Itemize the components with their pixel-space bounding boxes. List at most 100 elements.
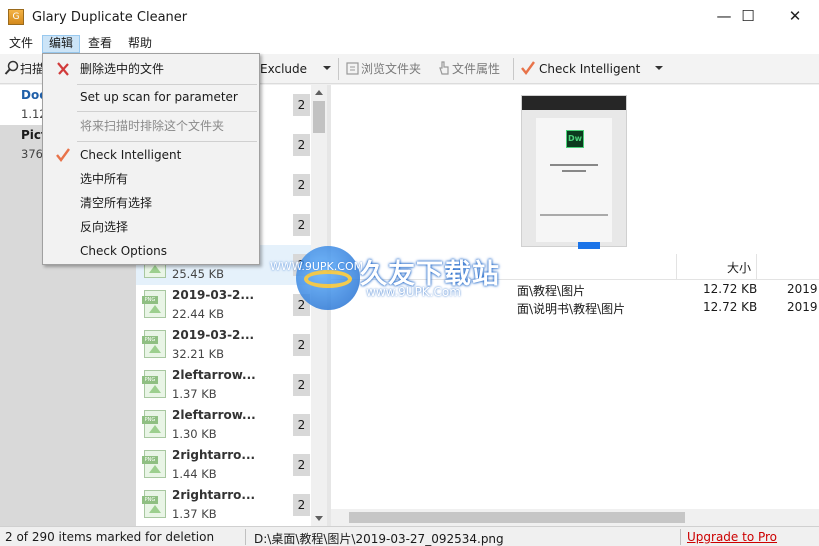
file-name: 2rightarro... <box>172 488 256 502</box>
menu-item-setup-scan[interactable]: Set up scan for parameter <box>45 85 257 109</box>
duplicate-details-table: 大小 面\教程\图片 12.72 KB 2019 面\说明书\教程\图片 12.… <box>331 254 819 526</box>
png-file-icon: PNG <box>142 490 166 518</box>
menu-help[interactable]: 帮助 <box>122 35 158 53</box>
menu-item-label: 选中所有 <box>80 172 129 186</box>
file-name: 2019-03-2... <box>172 288 255 302</box>
png-file-icon: PNG <box>142 370 166 398</box>
exclude-dropdown-caret-icon[interactable] <box>323 66 331 70</box>
marked-count-status: 2 of 290 items marked for deletion <box>5 530 215 544</box>
upgrade-link[interactable]: Upgrade to Pro <box>687 530 777 544</box>
list-item[interactable]: PNG 2019-03-2... 32.21 KB 2 <box>136 325 311 365</box>
list-item[interactable]: PNG 2rightarro... 1.44 KB 2 <box>136 445 311 485</box>
duplicate-count: 2 <box>293 494 310 516</box>
details-horizontal-scrollbar[interactable] <box>331 509 819 526</box>
row-path: 面\说明书\教程\图片 <box>517 302 626 316</box>
file-size: 1.30 KB <box>172 427 217 441</box>
current-file-path: D:\桌面\教程\图片\2019-03-27_092534.png <box>254 532 504 546</box>
hand-pointer-icon <box>439 61 449 75</box>
toolbar-separator <box>338 58 339 80</box>
list-item[interactable]: PNG 2leftarrow... 1.30 KB 2 <box>136 405 311 445</box>
duplicate-count: 2 <box>293 214 310 236</box>
column-header-size[interactable]: 大小 <box>677 254 757 280</box>
browse-folder-label: 浏览文件夹 <box>361 62 422 76</box>
scan-label: 扫描 <box>20 62 45 76</box>
menu-item-exclude-folder[interactable]: 将来扫描时排除这个文件夹 <box>45 114 257 138</box>
status-bar: 2 of 290 items marked for deletion D:\桌面… <box>0 526 819 546</box>
maximize-button[interactable]: ☐ <box>725 0 771 34</box>
file-size: 32.21 KB <box>172 347 225 361</box>
delete-x-icon <box>57 62 69 76</box>
file-name: 2rightarro... <box>172 448 256 462</box>
close-button[interactable]: ✕ <box>772 0 818 34</box>
file-properties-button[interactable]: 文件属性 <box>436 59 500 79</box>
duplicate-count: 2 <box>293 374 310 396</box>
duplicate-count: 2 <box>293 134 310 156</box>
table-row[interactable]: 面\说明书\教程\图片 12.72 KB 2019 <box>331 299 819 316</box>
duplicate-count: 2 <box>293 94 310 116</box>
status-separator <box>680 529 681 545</box>
folder-icon <box>346 62 359 75</box>
column-header-path[interactable] <box>331 254 677 280</box>
menu-item-check-options[interactable]: Check Options <box>45 239 257 263</box>
menu-item-clear-selection[interactable]: 清空所有选择 <box>45 191 257 215</box>
menu-edit[interactable]: 编辑 <box>42 35 81 53</box>
scan-button[interactable]: 扫描 <box>4 59 44 79</box>
file-size: 1.37 KB <box>172 507 217 521</box>
scrollbar-thumb[interactable] <box>349 512 685 523</box>
png-file-icon: PNG <box>142 450 166 478</box>
list-item[interactable]: PNG 2rightarro... 1.37 KB 2 <box>136 485 311 525</box>
browse-folder-button[interactable]: 浏览文件夹 <box>345 59 421 79</box>
status-separator <box>245 529 246 545</box>
check-intelligent-button[interactable]: Check Intelligent <box>520 59 640 79</box>
check-intelligent-label: Check Intelligent <box>539 62 641 76</box>
menu-file[interactable]: 文件 <box>3 35 39 53</box>
exclude-button[interactable]: Exclude <box>260 59 307 79</box>
duplicate-count: 2 <box>293 254 310 276</box>
file-name: 2019-03-2... <box>172 328 255 342</box>
menu-item-label: Check Options <box>80 244 168 258</box>
checkmark-icon <box>521 61 535 75</box>
preview-thumbnail: Dw <box>521 95 627 249</box>
menu-separator <box>77 141 257 142</box>
png-file-icon: PNG <box>142 290 166 318</box>
row-size: 12.72 KB <box>703 300 758 314</box>
menu-separator <box>77 111 257 112</box>
file-size: 1.44 KB <box>172 467 217 481</box>
menu-item-delete-selected[interactable]: 删除选中的文件 <box>45 57 257 81</box>
details-header: 大小 <box>331 254 819 280</box>
scroll-down-icon[interactable] <box>315 516 323 521</box>
row-path: 面\教程\图片 <box>517 284 586 298</box>
row-size: 12.72 KB <box>703 282 758 296</box>
row-date: 2019 <box>787 300 818 314</box>
file-size: 25.45 KB <box>172 267 225 281</box>
menu-view[interactable]: 查看 <box>82 35 118 53</box>
file-properties-label: 文件属性 <box>452 62 501 76</box>
menu-item-check-intelligent[interactable]: Check Intelligent <box>45 143 257 167</box>
exclude-label: Exclude <box>260 62 308 76</box>
image-preview: Dw <box>331 85 819 254</box>
file-list-scrollbar[interactable] <box>311 85 327 526</box>
checkmark-icon <box>56 148 70 162</box>
app-icon: G <box>8 9 24 25</box>
magnifier-icon <box>4 60 19 75</box>
duplicate-count: 2 <box>293 294 310 316</box>
menu-item-select-all[interactable]: 选中所有 <box>45 167 257 191</box>
menu-item-invert-selection[interactable]: 反向选择 <box>45 215 257 239</box>
list-item[interactable]: PNG 2leftarrow... 1.37 KB 2 <box>136 365 311 405</box>
file-name: 2leftarrow... <box>172 368 256 382</box>
menu-item-label: 反向选择 <box>80 220 129 234</box>
file-name: 2leftarrow... <box>172 408 256 422</box>
toolbar-separator <box>513 58 514 80</box>
check-intelligent-caret-icon[interactable] <box>655 66 663 70</box>
menu-item-label: 删除选中的文件 <box>80 62 165 76</box>
window-title: Glary Duplicate Cleaner <box>32 10 188 25</box>
edit-menu-dropdown: 删除选中的文件 Set up scan for parameter 将来扫描时排… <box>42 53 260 265</box>
duplicate-count: 2 <box>293 414 310 436</box>
menu-item-label: Check Intelligent <box>80 148 182 162</box>
dreamweaver-logo-icon: Dw <box>566 130 584 148</box>
table-row[interactable]: 面\教程\图片 12.72 KB 2019 <box>331 281 819 298</box>
scrollbar-thumb[interactable] <box>313 101 325 133</box>
category-size: 376 <box>21 147 43 161</box>
scroll-up-icon[interactable] <box>315 90 323 95</box>
list-item[interactable]: PNG 2019-03-2... 22.44 KB 2 <box>136 285 311 325</box>
